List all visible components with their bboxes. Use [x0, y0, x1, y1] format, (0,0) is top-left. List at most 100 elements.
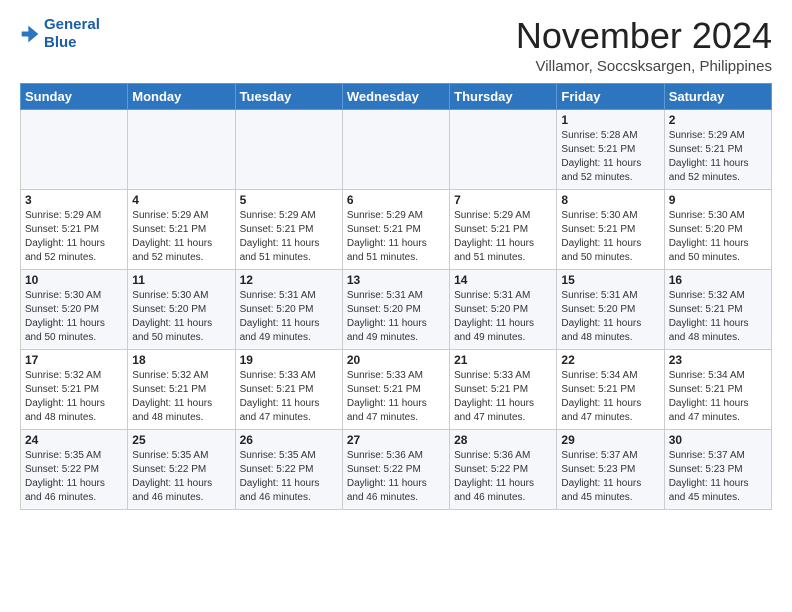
- daylight-label: Daylight: 11 hours and 51 minutes.: [347, 238, 427, 263]
- sunrise-label: Sunrise: 5:32 AM: [669, 290, 745, 301]
- day-number: 10: [25, 273, 123, 287]
- table-row: [128, 109, 235, 189]
- day-info: Sunrise: 5:36 AM Sunset: 5:22 PM Dayligh…: [347, 449, 445, 505]
- sunrise-label: Sunrise: 5:34 AM: [561, 370, 637, 381]
- day-number: 29: [561, 433, 659, 447]
- calendar-week-row: 24 Sunrise: 5:35 AM Sunset: 5:22 PM Dayl…: [21, 429, 772, 509]
- sunset-label: Sunset: 5:22 PM: [240, 464, 314, 475]
- table-row: 15 Sunrise: 5:31 AM Sunset: 5:20 PM Dayl…: [557, 269, 664, 349]
- sunrise-label: Sunrise: 5:34 AM: [669, 370, 745, 381]
- sunset-label: Sunset: 5:22 PM: [454, 464, 528, 475]
- sunrise-label: Sunrise: 5:30 AM: [25, 290, 101, 301]
- sunset-label: Sunset: 5:23 PM: [561, 464, 635, 475]
- day-number: 27: [347, 433, 445, 447]
- day-number: 25: [132, 433, 230, 447]
- daylight-label: Daylight: 11 hours and 47 minutes.: [561, 398, 641, 423]
- daylight-label: Daylight: 11 hours and 46 minutes.: [25, 478, 105, 503]
- day-info: Sunrise: 5:37 AM Sunset: 5:23 PM Dayligh…: [669, 449, 767, 505]
- sunrise-label: Sunrise: 5:30 AM: [132, 290, 208, 301]
- day-number: 11: [132, 273, 230, 287]
- day-info: Sunrise: 5:30 AM Sunset: 5:20 PM Dayligh…: [669, 209, 767, 265]
- table-row: 7 Sunrise: 5:29 AM Sunset: 5:21 PM Dayli…: [450, 189, 557, 269]
- table-row: 23 Sunrise: 5:34 AM Sunset: 5:21 PM Dayl…: [664, 349, 771, 429]
- daylight-label: Daylight: 11 hours and 47 minutes.: [454, 398, 534, 423]
- day-info: Sunrise: 5:29 AM Sunset: 5:21 PM Dayligh…: [25, 209, 123, 265]
- day-info: Sunrise: 5:33 AM Sunset: 5:21 PM Dayligh…: [454, 369, 552, 425]
- table-row: 11 Sunrise: 5:30 AM Sunset: 5:20 PM Dayl…: [128, 269, 235, 349]
- daylight-label: Daylight: 11 hours and 52 minutes.: [132, 238, 212, 263]
- day-info: Sunrise: 5:35 AM Sunset: 5:22 PM Dayligh…: [240, 449, 338, 505]
- daylight-label: Daylight: 11 hours and 46 minutes.: [240, 478, 320, 503]
- sunset-label: Sunset: 5:21 PM: [132, 384, 206, 395]
- table-row: 10 Sunrise: 5:30 AM Sunset: 5:20 PM Dayl…: [21, 269, 128, 349]
- sunset-label: Sunset: 5:21 PM: [347, 384, 421, 395]
- logo-line1: General: [44, 16, 100, 33]
- day-number: 16: [669, 273, 767, 287]
- sunset-label: Sunset: 5:20 PM: [454, 304, 528, 315]
- table-row: [235, 109, 342, 189]
- day-info: Sunrise: 5:30 AM Sunset: 5:20 PM Dayligh…: [25, 289, 123, 345]
- day-number: 2: [669, 113, 767, 127]
- header-wednesday: Wednesday: [342, 83, 449, 109]
- sunset-label: Sunset: 5:21 PM: [669, 304, 743, 315]
- daylight-label: Daylight: 11 hours and 52 minutes.: [669, 158, 749, 183]
- day-number: 14: [454, 273, 552, 287]
- day-info: Sunrise: 5:34 AM Sunset: 5:21 PM Dayligh…: [561, 369, 659, 425]
- day-info: Sunrise: 5:33 AM Sunset: 5:21 PM Dayligh…: [240, 369, 338, 425]
- calendar-week-row: 3 Sunrise: 5:29 AM Sunset: 5:21 PM Dayli…: [21, 189, 772, 269]
- location-subtitle: Villamor, Soccsksargen, Philippines: [516, 58, 772, 75]
- day-number: 6: [347, 193, 445, 207]
- table-row: 13 Sunrise: 5:31 AM Sunset: 5:20 PM Dayl…: [342, 269, 449, 349]
- daylight-label: Daylight: 11 hours and 50 minutes.: [561, 238, 641, 263]
- header-sunday: Sunday: [21, 83, 128, 109]
- sunrise-label: Sunrise: 5:30 AM: [669, 210, 745, 221]
- daylight-label: Daylight: 11 hours and 47 minutes.: [347, 398, 427, 423]
- sunset-label: Sunset: 5:21 PM: [132, 224, 206, 235]
- table-row: 9 Sunrise: 5:30 AM Sunset: 5:20 PM Dayli…: [664, 189, 771, 269]
- calendar-week-row: 10 Sunrise: 5:30 AM Sunset: 5:20 PM Dayl…: [21, 269, 772, 349]
- day-info: Sunrise: 5:36 AM Sunset: 5:22 PM Dayligh…: [454, 449, 552, 505]
- daylight-label: Daylight: 11 hours and 49 minutes.: [454, 318, 534, 343]
- sunset-label: Sunset: 5:21 PM: [561, 224, 635, 235]
- table-row: 24 Sunrise: 5:35 AM Sunset: 5:22 PM Dayl…: [21, 429, 128, 509]
- daylight-label: Daylight: 11 hours and 46 minutes.: [132, 478, 212, 503]
- table-row: 4 Sunrise: 5:29 AM Sunset: 5:21 PM Dayli…: [128, 189, 235, 269]
- month-title: November 2024: [516, 16, 772, 56]
- daylight-label: Daylight: 11 hours and 45 minutes.: [561, 478, 641, 503]
- table-row: 26 Sunrise: 5:35 AM Sunset: 5:22 PM Dayl…: [235, 429, 342, 509]
- table-row: [450, 109, 557, 189]
- sunrise-label: Sunrise: 5:31 AM: [454, 290, 530, 301]
- sunrise-label: Sunrise: 5:37 AM: [561, 450, 637, 461]
- sunset-label: Sunset: 5:23 PM: [669, 464, 743, 475]
- day-number: 24: [25, 433, 123, 447]
- sunrise-label: Sunrise: 5:36 AM: [347, 450, 423, 461]
- sunset-label: Sunset: 5:22 PM: [347, 464, 421, 475]
- sunset-label: Sunset: 5:20 PM: [25, 304, 99, 315]
- sunrise-label: Sunrise: 5:33 AM: [240, 370, 316, 381]
- day-info: Sunrise: 5:35 AM Sunset: 5:22 PM Dayligh…: [132, 449, 230, 505]
- day-number: 7: [454, 193, 552, 207]
- day-info: Sunrise: 5:31 AM Sunset: 5:20 PM Dayligh…: [240, 289, 338, 345]
- day-info: Sunrise: 5:34 AM Sunset: 5:21 PM Dayligh…: [669, 369, 767, 425]
- table-row: 19 Sunrise: 5:33 AM Sunset: 5:21 PM Dayl…: [235, 349, 342, 429]
- daylight-label: Daylight: 11 hours and 50 minutes.: [669, 238, 749, 263]
- header-thursday: Thursday: [450, 83, 557, 109]
- table-row: [21, 109, 128, 189]
- sunset-label: Sunset: 5:21 PM: [347, 224, 421, 235]
- header-friday: Friday: [557, 83, 664, 109]
- logo-icon: [20, 24, 40, 44]
- sunset-label: Sunset: 5:21 PM: [25, 224, 99, 235]
- sunrise-label: Sunrise: 5:37 AM: [669, 450, 745, 461]
- day-info: Sunrise: 5:29 AM Sunset: 5:21 PM Dayligh…: [669, 129, 767, 185]
- day-number: 30: [669, 433, 767, 447]
- sunset-label: Sunset: 5:21 PM: [561, 144, 635, 155]
- table-row: 28 Sunrise: 5:36 AM Sunset: 5:22 PM Dayl…: [450, 429, 557, 509]
- table-row: 30 Sunrise: 5:37 AM Sunset: 5:23 PM Dayl…: [664, 429, 771, 509]
- sunrise-label: Sunrise: 5:29 AM: [347, 210, 423, 221]
- table-row: 29 Sunrise: 5:37 AM Sunset: 5:23 PM Dayl…: [557, 429, 664, 509]
- day-number: 23: [669, 353, 767, 367]
- day-number: 1: [561, 113, 659, 127]
- sunrise-label: Sunrise: 5:29 AM: [454, 210, 530, 221]
- day-number: 4: [132, 193, 230, 207]
- sunrise-label: Sunrise: 5:36 AM: [454, 450, 530, 461]
